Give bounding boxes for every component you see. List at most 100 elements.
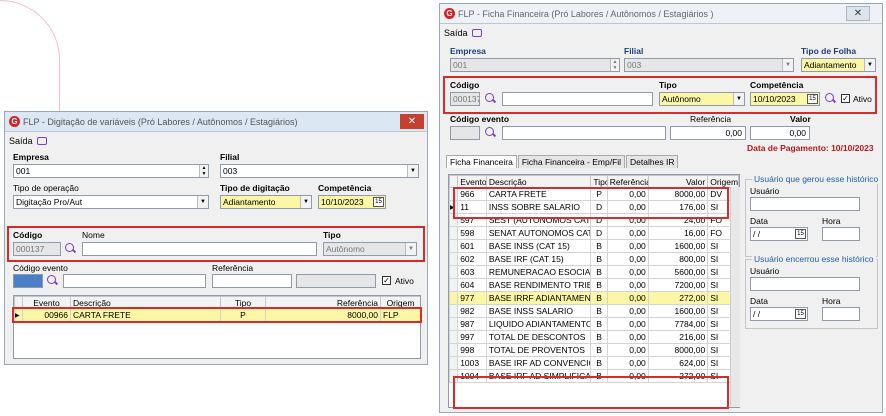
table-row[interactable]: 987 LIQUIDO ADIANTAMENTO B 0,00 7784,00 SI	[449, 317, 739, 331]
cell-referencia: 0,00	[606, 265, 649, 279]
nome-field[interactable]	[82, 242, 317, 256]
tipo-folha-select[interactable]: Adiantamento ▼	[801, 58, 876, 72]
usuario-closed-field[interactable]	[750, 277, 860, 291]
calendar-icon[interactable]: 15	[795, 309, 806, 319]
nome-field[interactable]	[502, 92, 653, 106]
spin-icon[interactable]: ▲ ▼	[199, 165, 208, 177]
search-icon[interactable]	[825, 93, 836, 104]
cell-evento: 997	[457, 330, 487, 344]
ativo-checkbox[interactable]: ✓	[841, 94, 850, 103]
chevron-down-icon[interactable]: ▼	[782, 59, 793, 71]
valor-field[interactable]	[296, 274, 376, 288]
chevron-down-icon[interactable]: ▼	[300, 196, 311, 208]
col-referencia[interactable]: Referência	[606, 175, 649, 188]
chat-icon[interactable]	[471, 29, 482, 37]
search-icon[interactable]	[485, 127, 496, 138]
valor-field[interactable]: 0,00	[750, 126, 810, 140]
codigo-field[interactable]: 000137	[450, 92, 480, 106]
cell-referencia: 0,00	[606, 291, 649, 305]
codigo-field[interactable]: 000137	[13, 242, 61, 256]
descricao-evento-field[interactable]	[63, 274, 206, 288]
left-events-grid[interactable]: Evento Descrição Tipo Referência Origem …	[13, 295, 421, 359]
col-evento[interactable]: Evento	[457, 175, 487, 188]
chat-icon[interactable]	[36, 137, 47, 145]
competencia-field[interactable]: 10/10/2023 15	[318, 195, 386, 209]
col-valor[interactable]: Valor	[647, 175, 709, 188]
table-row[interactable]: 602 BASE IRF (CAT 15) B 0,00 800,00 SI	[449, 252, 739, 266]
empresa-label: Empresa	[13, 152, 49, 162]
calendar-icon[interactable]: 15	[807, 94, 818, 104]
close-icon[interactable]: ✕	[846, 6, 870, 21]
tipo-operacao-select[interactable]: Digitação Pro/Aut ▼	[13, 195, 209, 209]
chevron-down-icon[interactable]: ▼	[864, 59, 875, 71]
data-created-field[interactable]: / /15	[750, 227, 808, 241]
tab-ficha-financeira[interactable]: Ficha Financeira	[446, 155, 517, 168]
usuario-created-field[interactable]	[750, 197, 860, 211]
col-descricao[interactable]: Descrição	[485, 175, 592, 188]
cell-descricao: SENAT AUTONOMOS CAT 15	[485, 226, 592, 240]
descricao-evento-field[interactable]	[502, 126, 666, 140]
tab-detalhes-ir[interactable]: Detalhes IR	[626, 155, 679, 168]
tipo-select[interactable]: Autônomo ▼	[323, 242, 417, 256]
spin-icon[interactable]: ▲ ▼	[610, 59, 619, 71]
empresa-field[interactable]: 001 ▲ ▼	[13, 164, 209, 178]
referencia-field[interactable]	[212, 274, 292, 288]
calendar-icon[interactable]: 15	[795, 229, 806, 239]
cell-evento: 598	[457, 226, 487, 240]
codigo-evento-field[interactable]	[450, 126, 480, 140]
tipo-digitacao-select[interactable]: Adiantamento ▼	[220, 195, 312, 209]
cell-tipo: B	[590, 252, 608, 266]
table-row[interactable]: 601 BASE INSS (CAT 15) B 0,00 1600,00 SI	[449, 239, 739, 253]
exit-button[interactable]: Saída	[444, 28, 468, 38]
tipo-label: Tipo	[323, 230, 341, 240]
table-row[interactable]: 1003BASE IRF AD CONVENCIONALB0,00624,00S…	[449, 356, 739, 370]
competencia-field[interactable]: 10/10/2023 15	[750, 92, 820, 106]
data-label: Data	[750, 216, 768, 226]
chevron-down-icon[interactable]: ▼	[197, 196, 208, 208]
search-icon[interactable]	[65, 243, 76, 254]
table-row[interactable]: 603 REMUNERACAO ESOCIAL B 0,00 5600,00 SI	[449, 265, 739, 279]
row-indicator	[449, 291, 459, 305]
history-closed-group: Usuário encerrou esse histórico Usuário …	[745, 254, 878, 329]
table-row[interactable]: 997 TOTAL DE DESCONTOS B 0,00 216,00 SI	[449, 330, 739, 344]
table-row[interactable]: 998 TOTAL DE PROVENTOS B 0,00 8000,00 SI	[449, 343, 739, 357]
empresa-label: Empresa	[450, 46, 486, 56]
data-closed-field[interactable]: / /15	[750, 307, 808, 321]
col-tipo[interactable]: Tipo	[590, 175, 608, 188]
filial-field[interactable]: 003 ▼	[220, 164, 419, 178]
chevron-down-icon[interactable]: ▼	[407, 165, 418, 177]
row-indicator	[449, 278, 459, 292]
table-row[interactable]: 604BASE RENDIMENTO TRIBUTAVELB0,007200,0…	[449, 278, 739, 292]
chevron-down-icon[interactable]: ▼	[733, 93, 744, 105]
cell-valor: 16,00	[647, 226, 709, 240]
tab-ficha-financeira-emp-fil[interactable]: Ficha Financeira - Emp/Fil	[517, 155, 626, 168]
table-row[interactable]: 598SENAT AUTONOMOS CAT 15D0,0016,00FO	[449, 226, 739, 240]
table-row[interactable]: 977BASE IRRF ADIANTAMENTOB0,00272,00SI	[449, 291, 739, 305]
search-icon[interactable]	[47, 275, 58, 286]
row-indicator	[449, 356, 459, 370]
tipo-select[interactable]: Autônomo ▼	[659, 92, 745, 106]
exit-button[interactable]: Saída	[9, 136, 33, 146]
hora-closed-field[interactable]	[822, 307, 860, 321]
search-icon[interactable]	[485, 93, 496, 104]
close-icon[interactable]: ✕	[400, 114, 424, 129]
cell-tipo: B	[590, 265, 608, 279]
right-toolbar: Saída	[440, 24, 882, 42]
cell-referencia: 0,00	[606, 226, 649, 240]
app-logo-icon: G	[9, 116, 20, 127]
hora-created-field[interactable]	[822, 227, 860, 241]
empresa-field[interactable]: 001 ▲ ▼	[450, 58, 620, 72]
col-origem[interactable]: Origem	[707, 175, 739, 188]
history-closed-title: Usuário encerrou esse histórico	[752, 254, 876, 264]
ativo-checkbox[interactable]: ✓	[382, 276, 391, 285]
filial-field[interactable]: 003 ▼	[624, 58, 794, 72]
referencia-field[interactable]: 0,00	[670, 126, 746, 140]
codigo-evento-field[interactable]	[13, 274, 43, 288]
highlight-box-grid-row	[12, 307, 422, 323]
table-row[interactable]: 982 BASE INSS SALARIO B 0,00 1600,00 SI	[449, 304, 739, 318]
row-indicator	[449, 226, 459, 240]
chevron-down-icon[interactable]: ▼	[405, 243, 416, 255]
cell-valor: 624,00	[647, 356, 709, 370]
grid-scrollbar[interactable]	[730, 187, 740, 407]
calendar-icon[interactable]: 15	[373, 197, 384, 207]
